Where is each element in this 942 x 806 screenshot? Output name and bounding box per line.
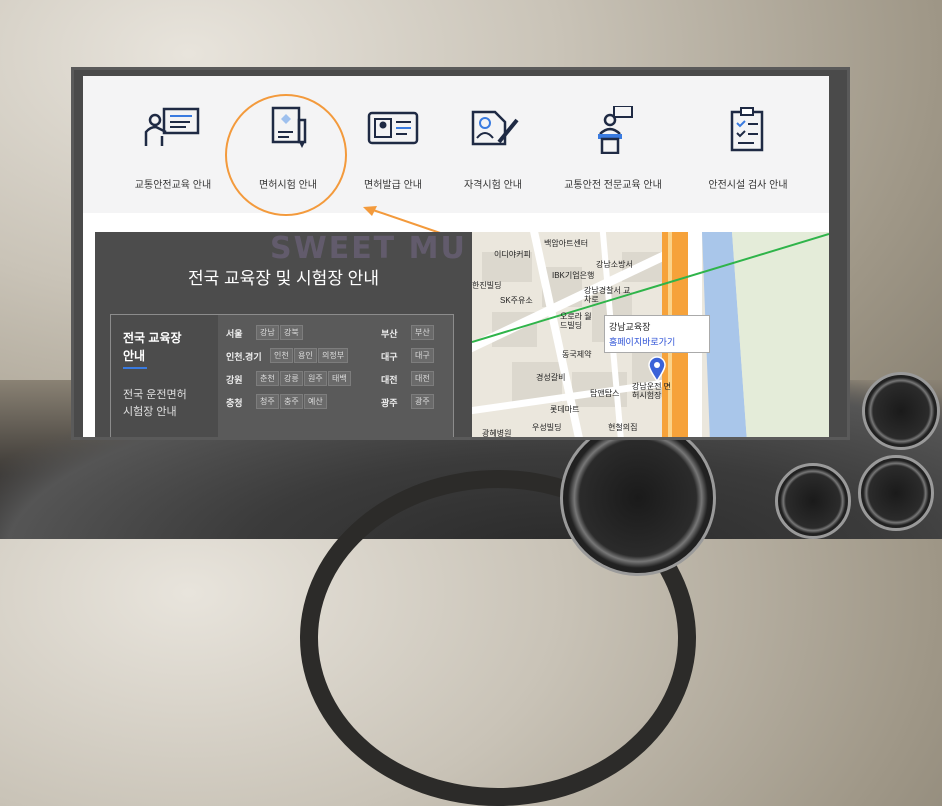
region-chip[interactable]: 용인 — [294, 348, 317, 363]
region-row: 대전 대전 — [381, 371, 451, 387]
region-name: 충청 — [226, 398, 243, 408]
region-row: 광주 광주 — [381, 394, 451, 410]
region-name: 대전 — [381, 375, 398, 385]
map-label: 강남운전 면허시험장 — [632, 382, 672, 400]
region-list: 서울 강남 강북 인천.경기 인천 용인 의정부 강원 춘천 강릉 원주 태백 충청 청주 충주 예산 부산 부산… — [218, 315, 453, 437]
region-name: 서울 — [226, 329, 243, 339]
side-tabs: 전국 교육장 안내 전국 운전면허 시험장 안내 — [111, 315, 218, 437]
region-name: 대구 — [381, 352, 398, 362]
region-selector: 전국 교육장 안내 전국 운전면허 시험장 안내 서울 강남 강북인천.경기 인천 용인… — [110, 314, 454, 437]
region-chip[interactable]: 강남 — [256, 325, 279, 340]
region-chip[interactable]: 청주 — [256, 394, 279, 409]
menu-item-license-issue[interactable]: 면허발급 안내 — [343, 76, 443, 213]
clipboard-checklist-icon — [726, 106, 770, 156]
temp-gauge — [858, 455, 934, 531]
watermark: SWEET MU — [270, 231, 467, 266]
map-label: 탑앤탑스 — [590, 389, 620, 398]
region-row: 강원 춘천 강릉 원주 태백 — [226, 371, 366, 387]
region-chip[interactable]: 태백 — [328, 371, 351, 386]
region-name: 인천.경기 — [226, 352, 262, 362]
fuel-gauge — [775, 463, 851, 539]
gen-gauge — [862, 372, 940, 450]
map-view[interactable]: 백암아트센터 이디야커피 강남소방서 IBK기업은행 한진빌딩 SK주유소 강남… — [472, 232, 829, 437]
menu-item-label: 자격시험 안내 — [464, 180, 522, 191]
menu-item-label: 교통안전 전문교육 안내 — [564, 180, 662, 191]
map-label: 우성빌딩 — [532, 423, 562, 432]
id-card-icon — [365, 106, 421, 154]
active-tab-underline — [123, 367, 147, 369]
region-row: 부산 부산 — [381, 325, 451, 341]
region-chip[interactable]: 부산 — [411, 325, 434, 340]
region-chip[interactable]: 의정부 — [318, 348, 349, 363]
map-label: 동국제약 — [562, 350, 592, 359]
region-chip[interactable]: 예산 — [304, 394, 327, 409]
menu-item-label: 안전시설 검사 안내 — [708, 180, 788, 191]
popup-title: 강남교육장 — [609, 322, 651, 332]
map-label: 이디야커피 — [494, 250, 531, 259]
region-chip[interactable]: 춘천 — [256, 371, 279, 386]
highlight-circle — [225, 94, 347, 216]
teacher-board-icon — [140, 106, 206, 154]
menu-item-label: 교통안전교육 안내 — [134, 180, 212, 191]
menu-item-traffic-education[interactable]: 교통안전교육 안내 — [123, 76, 223, 213]
region-chip[interactable]: 인천 — [270, 348, 293, 363]
menu-item-label: 면허발급 안내 — [364, 180, 422, 191]
region-chip[interactable]: 광주 — [411, 394, 434, 409]
menu-item-professional-education[interactable]: 교통안전 전문교육 안내 — [553, 76, 673, 213]
map-label: IBK기업은행 — [552, 271, 595, 280]
map-label: 강남경찰서 교차로 — [584, 286, 631, 304]
map-popup: 강남교육장 홈페이지바로가기 — [604, 315, 710, 353]
region-chip[interactable]: 충주 — [280, 394, 303, 409]
map-label: SK주유소 — [500, 296, 533, 305]
region-row: 대구 대구 — [381, 348, 451, 364]
region-row: 인천.경기 인천 용인 의정부 — [226, 348, 366, 364]
lectern-speaker-icon — [588, 105, 638, 158]
region-name: 강원 — [226, 375, 243, 385]
region-name: 광주 — [381, 398, 398, 408]
region-chip[interactable]: 대전 — [411, 371, 434, 386]
map-label: 현철의집 — [608, 423, 638, 432]
map-label: 백암아트센터 — [544, 239, 589, 248]
region-chip[interactable]: 대구 — [411, 348, 434, 363]
service-menu: 교통안전교육 안내 면허시험 안내 면허발급 안내 자격시험 안내 교통안전 전… — [83, 76, 829, 216]
map-label: 오로라 월드빌딩 — [560, 312, 592, 330]
region-row: 서울 강남 강북 — [226, 325, 366, 341]
tab-label: 전국 교육장 안내 — [123, 331, 182, 363]
region-row: 충청 청주 충주 예산 — [226, 394, 366, 410]
region-chip[interactable]: 강릉 — [280, 371, 303, 386]
menu-item-safety-inspection[interactable]: 안전시설 검사 안내 — [688, 76, 808, 213]
map-label: 경성갈비 — [536, 373, 566, 382]
region-chip[interactable]: 강북 — [280, 325, 303, 340]
map-label: 강남소방서 — [596, 260, 633, 269]
speedometer-gauge — [560, 420, 716, 576]
map-label: 한진빌딩 — [472, 281, 502, 290]
guide-title: 전국 교육장 및 시험장 안내 — [188, 269, 379, 288]
homepage-link[interactable]: 홈페이지바로가기 — [609, 335, 675, 348]
menu-item-qualification-exam[interactable]: 자격시험 안내 — [443, 76, 543, 213]
map-label: 롯데마트 — [550, 405, 580, 414]
region-name: 부산 — [381, 329, 398, 339]
person-pen-icon — [465, 106, 521, 154]
region-chip[interactable]: 원주 — [304, 371, 327, 386]
tab-exam-centers[interactable]: 전국 운전면허 시험장 안내 — [123, 387, 187, 421]
map-label: 광혜병원 — [482, 429, 512, 437]
map-pin-icon[interactable] — [648, 356, 666, 382]
tab-education-centers[interactable]: 전국 교육장 안내 — [123, 329, 182, 369]
tab-label: 전국 운전면허 시험장 안내 — [123, 389, 187, 418]
